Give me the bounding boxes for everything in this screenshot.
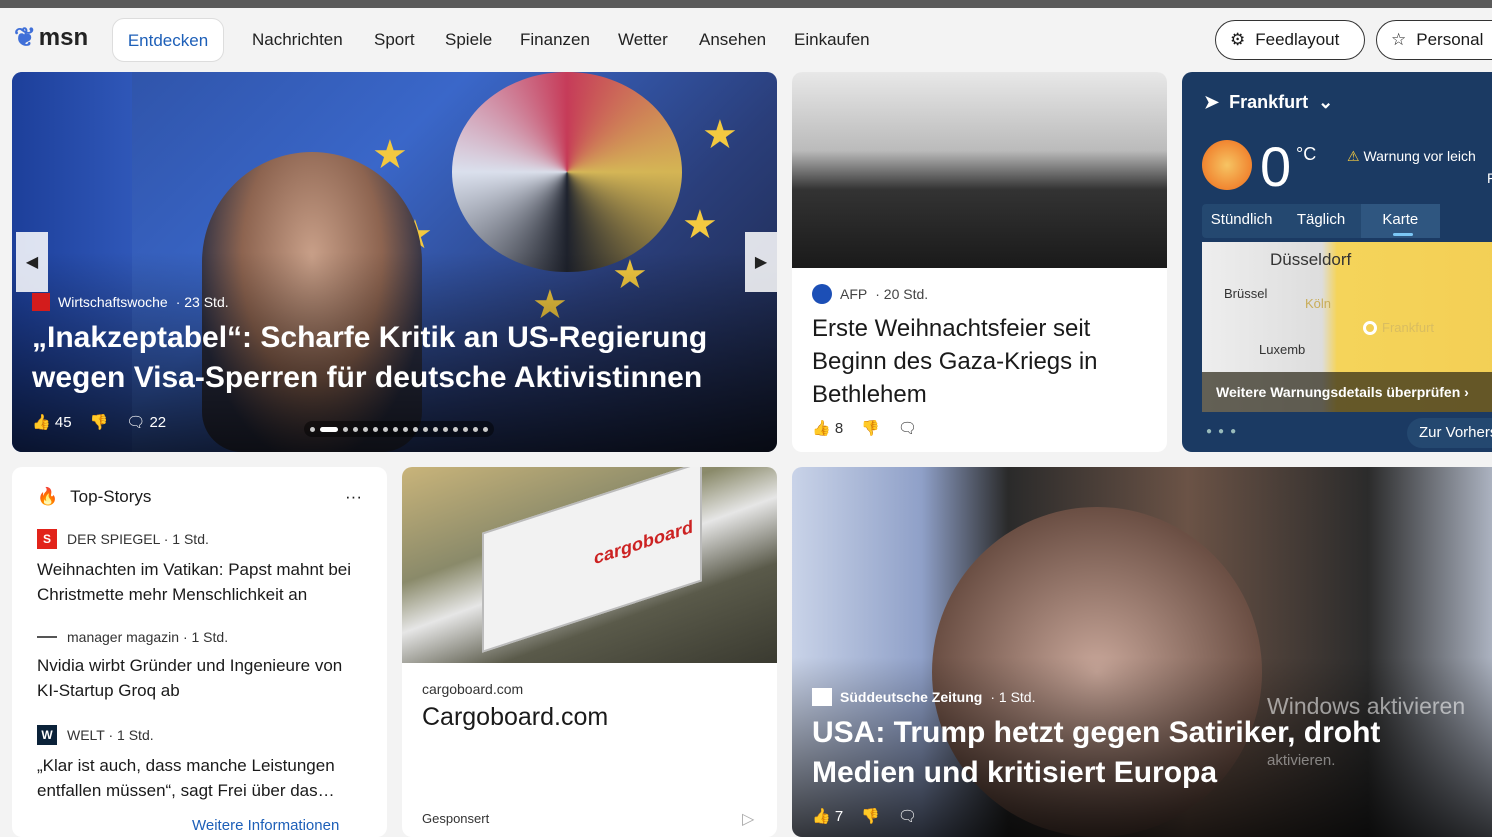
ad-info-icon[interactable]: ▷: [742, 809, 754, 829]
chevron-down-icon: ⌄: [1318, 92, 1334, 112]
location-selector[interactable]: ➤ Frankfurt ⌄: [1204, 92, 1333, 113]
sponsored-card[interactable]: cargoboard cargoboard.com Cargoboard.com…: [402, 467, 777, 837]
story-source: W WELT · 1 Std.: [37, 725, 362, 745]
weather-warning-cont: F: [1487, 170, 1492, 186]
ad-title[interactable]: Cargoboard.com: [422, 703, 757, 732]
hero-card[interactable]: ★ ★ ★ ★ ★ ★ ◀ ▶ Wirtschaftswoche· 23 Std…: [12, 72, 777, 452]
dislike-button[interactable]: 👎: [861, 419, 880, 437]
sz-title[interactable]: USA: Trump hetzt gegen Satiriker, droht …: [812, 713, 1492, 793]
warning-details-link[interactable]: Weitere Warnungsdetails überprüfen ›: [1202, 372, 1492, 412]
hero-source: Wirtschaftswoche · 23 Std.: [32, 293, 229, 311]
hero-title[interactable]: „Inakzeptabel“: Scharfe Kritik an US-Reg…: [32, 318, 732, 398]
hero-image-logo: [452, 72, 682, 272]
ad-domain: cargoboard.com: [422, 681, 524, 697]
temp-unit[interactable]: °C: [1296, 144, 1316, 165]
spiegel-logo-icon: S: [37, 529, 57, 549]
msn-logo[interactable]: ❦ msn: [14, 22, 88, 53]
like-button[interactable]: 👍 8: [812, 419, 843, 437]
nav-spiele[interactable]: Spiele: [445, 18, 492, 62]
welt-logo-icon: W: [37, 725, 57, 745]
temperature: 0: [1260, 135, 1292, 198]
feedlayout-button[interactable]: ⚙ Feedlayout: [1215, 20, 1365, 60]
sz-source: Süddeutsche Zeitung · 1 Std.: [812, 688, 1035, 706]
story-source: S DER SPIEGEL · 1 Std.: [37, 529, 362, 549]
story-title[interactable]: „Klar ist auch, dass manche Leistungen e…: [37, 753, 362, 803]
weather-pager-dots[interactable]: ●●●: [1206, 426, 1242, 437]
flame-icon: 🔥: [37, 487, 59, 506]
bethlehem-image: [792, 72, 1167, 268]
more-info-link[interactable]: Weitere Informationen: [192, 817, 362, 834]
manager-magazin-logo-icon: [37, 636, 57, 638]
comment-button[interactable]: 🗨 22: [126, 413, 166, 431]
comment-button[interactable]: 🗨: [898, 807, 917, 825]
tab-stuendlich[interactable]: Stündlich: [1202, 204, 1281, 238]
top-stories-card: 🔥 Top-Storys ··· S DER SPIEGEL · 1 Std. We…: [12, 467, 387, 837]
map-label: Luxemb: [1259, 342, 1306, 357]
like-button[interactable]: 👍 7: [812, 807, 843, 825]
story-title[interactable]: Weihnachten im Vatikan: Papst mahnt bei …: [37, 557, 362, 607]
nav-entdecken[interactable]: Entdecken: [112, 18, 224, 62]
star-decoration: ★: [702, 113, 738, 157]
star-icon: ☆: [1391, 30, 1407, 49]
comment-button[interactable]: 🗨: [898, 419, 917, 437]
sz-logo-icon: [812, 688, 832, 706]
windows-activation-watermark: Windows aktivieren: [1267, 693, 1466, 719]
map-label: Köln: [1305, 296, 1332, 311]
nav-sport[interactable]: Sport: [374, 18, 415, 62]
like-button[interactable]: 👍 45: [32, 413, 72, 431]
partly-cloudy-icon: [1202, 140, 1252, 190]
map-label: Frankfurt: [1382, 320, 1435, 335]
location-marker-icon: [1363, 321, 1377, 335]
prev-arrow-button[interactable]: ◀: [16, 232, 48, 292]
weather-tabs: Stündlich Täglich Karte: [1202, 204, 1440, 238]
sz-actions: 👍 7 👎 🗨: [812, 807, 917, 825]
windows-activation-subtext: aktivieren.: [1267, 752, 1336, 769]
weather-card[interactable]: ➤ Frankfurt ⌄ 0 °C ⚠ Warnung vor leich F S…: [1182, 72, 1492, 452]
nav-wetter[interactable]: Wetter: [618, 18, 668, 62]
carousel-dots[interactable]: [304, 421, 494, 437]
afp-actions: 👍 8 👎 🗨: [812, 419, 1147, 437]
map-label: Düsseldorf: [1270, 250, 1352, 269]
truck-shape: cargoboard: [482, 467, 702, 653]
star-decoration: ★: [682, 203, 718, 247]
nav-einkaufen[interactable]: Einkaufen: [794, 18, 870, 62]
hero-actions: 👍 45 👎 🗨 22: [32, 413, 166, 431]
sz-card[interactable]: Süddeutsche Zeitung · 1 Std. USA: Trump h…: [792, 467, 1492, 837]
afp-logo-icon: [812, 284, 832, 304]
warning-icon: ⚠: [1347, 148, 1360, 164]
afp-card[interactable]: AFP · 20 Std. Erste Weihnachtsfeier seit …: [792, 72, 1167, 452]
next-arrow-button[interactable]: ▶: [745, 232, 777, 292]
weather-warning[interactable]: ⚠ Warnung vor leich: [1347, 148, 1476, 165]
sliders-icon: ⚙: [1230, 30, 1246, 49]
top-nav: ❦ msn Entdecken Nachrichten Sport Spiele …: [0, 8, 1492, 64]
story-source: manager magazin · 1 Std.: [37, 629, 362, 645]
afp-title[interactable]: Erste Weihnachtsfeier seit Beginn des Ga…: [812, 312, 1147, 411]
wiwo-logo-icon: [32, 293, 50, 311]
truck-logo-text: cargoboard: [594, 516, 694, 569]
top-stories-header: 🔥 Top-Storys ···: [37, 487, 362, 507]
nav-ansehen[interactable]: Ansehen: [699, 18, 766, 62]
forecast-button[interactable]: Zur Vorhers: [1407, 418, 1492, 448]
more-options-button[interactable]: ···: [345, 487, 362, 507]
tab-karte[interactable]: Karte: [1360, 204, 1440, 238]
tab-taeglich[interactable]: Täglich: [1281, 204, 1360, 238]
afp-source: AFP · 20 Std.: [812, 284, 1167, 304]
dislike-button[interactable]: 👎: [861, 807, 880, 825]
personalize-button[interactable]: ☆ Personal: [1376, 20, 1492, 60]
sponsored-label: Gesponsert: [422, 811, 490, 826]
nav-finanzen[interactable]: Finanzen: [520, 18, 590, 62]
nav-nachrichten[interactable]: Nachrichten: [252, 18, 343, 62]
dislike-button[interactable]: 👎: [90, 413, 109, 431]
story-title[interactable]: Nvidia wirbt Gründer und Ingenieure von …: [37, 653, 362, 703]
truck-image: cargoboard: [402, 467, 777, 663]
weather-map[interactable]: Düsseldorf Brüssel Köln Frankfurt Luxemb…: [1202, 242, 1492, 412]
browser-top-strip: [0, 0, 1492, 8]
butterfly-icon: ❦: [14, 22, 36, 52]
map-label: Brüssel: [1224, 286, 1268, 301]
location-arrow-icon: ➤: [1204, 92, 1220, 112]
star-decoration: ★: [372, 133, 408, 177]
